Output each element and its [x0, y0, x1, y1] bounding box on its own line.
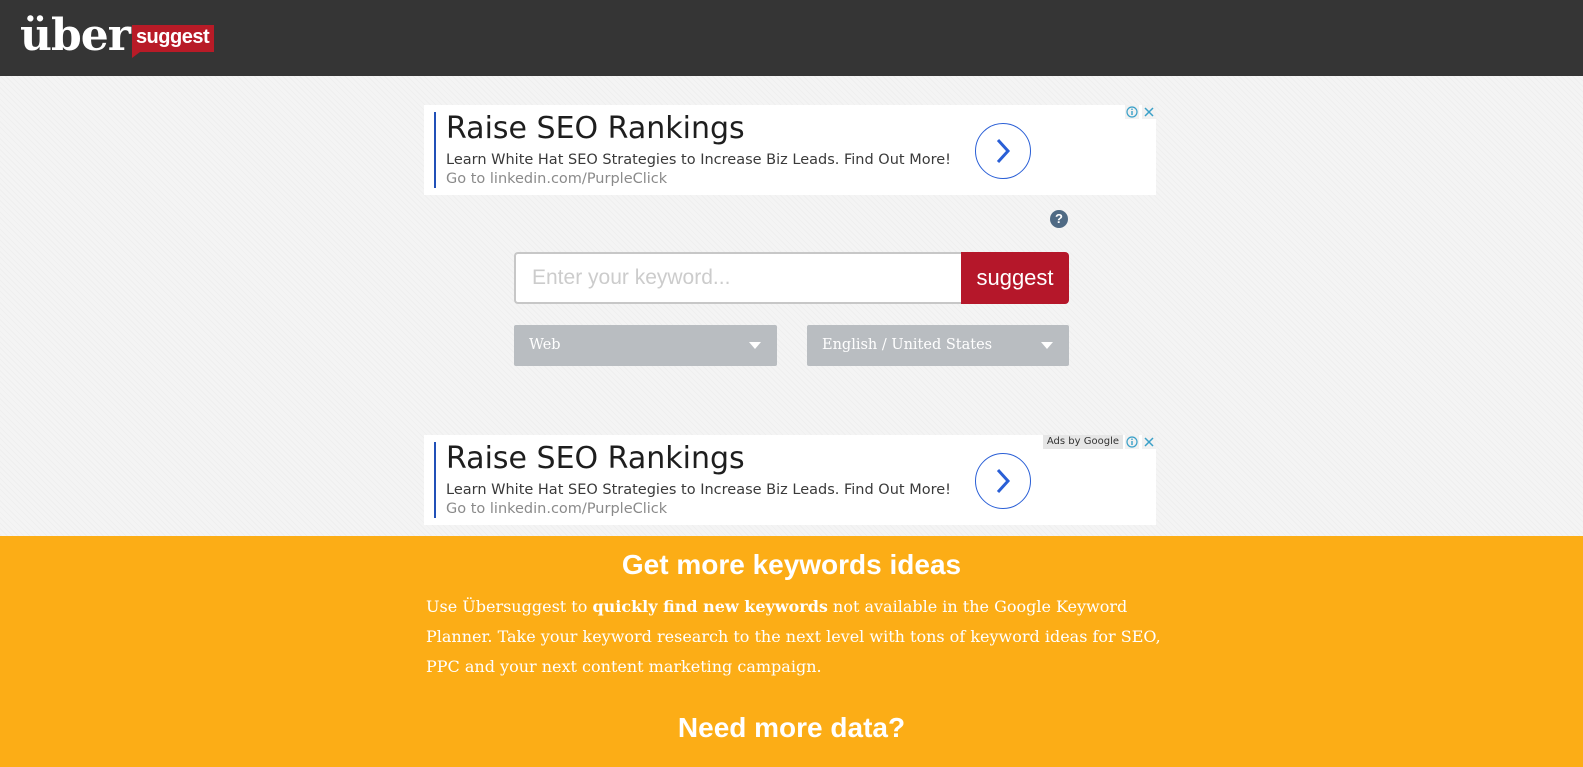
caret-down-icon [749, 342, 761, 349]
ad-go-button[interactable] [975, 453, 1031, 509]
ad-accent-bar [434, 442, 436, 518]
ad-banner-top[interactable]: Raise SEO Rankings Learn White Hat SEO S… [424, 105, 1156, 195]
ad-title[interactable]: Raise SEO Rankings [446, 441, 745, 476]
ad-info-icon[interactable] [1125, 105, 1139, 119]
ad-close-icon[interactable] [1142, 105, 1156, 119]
ad-title[interactable]: Raise SEO Rankings [446, 111, 745, 146]
ad-url-text[interactable]: Go to linkedin.com/PurpleClick [446, 501, 667, 517]
language-select[interactable]: English / United States [807, 325, 1069, 366]
ad-description: Learn White Hat SEO Strategies to Increa… [446, 151, 956, 189]
description-highlight: quickly find new keywords [592, 597, 828, 616]
suggest-button[interactable]: suggest [961, 252, 1069, 304]
ad-accent-bar [434, 112, 436, 188]
help-icon[interactable]: ? [1050, 210, 1068, 228]
top-header: über suggest [0, 0, 1583, 76]
section-subtitle: Need more data? [677, 712, 906, 743]
keyword-search-input[interactable] [514, 252, 962, 304]
ads-by-google-label[interactable]: Ads by Google [1042, 435, 1123, 449]
ad-go-button[interactable] [975, 123, 1031, 179]
source-select[interactable]: Web [514, 325, 777, 366]
keyword-ideas-section: Get more keywords ideas Use Übersuggest … [0, 536, 1583, 767]
ad-description: Learn White Hat SEO Strategies to Increa… [446, 481, 956, 519]
language-select-value: English / United States [822, 337, 993, 353]
ubersuggest-logo[interactable]: über suggest [20, 10, 215, 63]
description-intro: Use Übersuggest to [426, 597, 593, 616]
ad-description-text: Learn White Hat SEO Strategies to Increa… [446, 482, 951, 498]
source-select-value: Web [529, 337, 561, 353]
logo-suggest-badge: suggest [131, 25, 215, 58]
ad-info-icon[interactable] [1125, 435, 1139, 449]
chevron-right-icon [996, 138, 1011, 164]
chevron-right-icon [996, 468, 1011, 494]
section-title: Get more keywords ideas [621, 549, 962, 580]
ad-url-text[interactable]: Go to linkedin.com/PurpleClick [446, 171, 667, 187]
caret-down-icon [1041, 342, 1053, 349]
ad-close-icon[interactable] [1142, 435, 1156, 449]
ad-description-text: Learn White Hat SEO Strategies to Increa… [446, 152, 951, 168]
logo-uber-text: über [20, 10, 131, 61]
section-description: Use Übersuggest to quickly find new keyw… [426, 592, 1166, 682]
ad-banner-bottom[interactable]: Raise SEO Rankings Learn White Hat SEO S… [424, 435, 1156, 525]
